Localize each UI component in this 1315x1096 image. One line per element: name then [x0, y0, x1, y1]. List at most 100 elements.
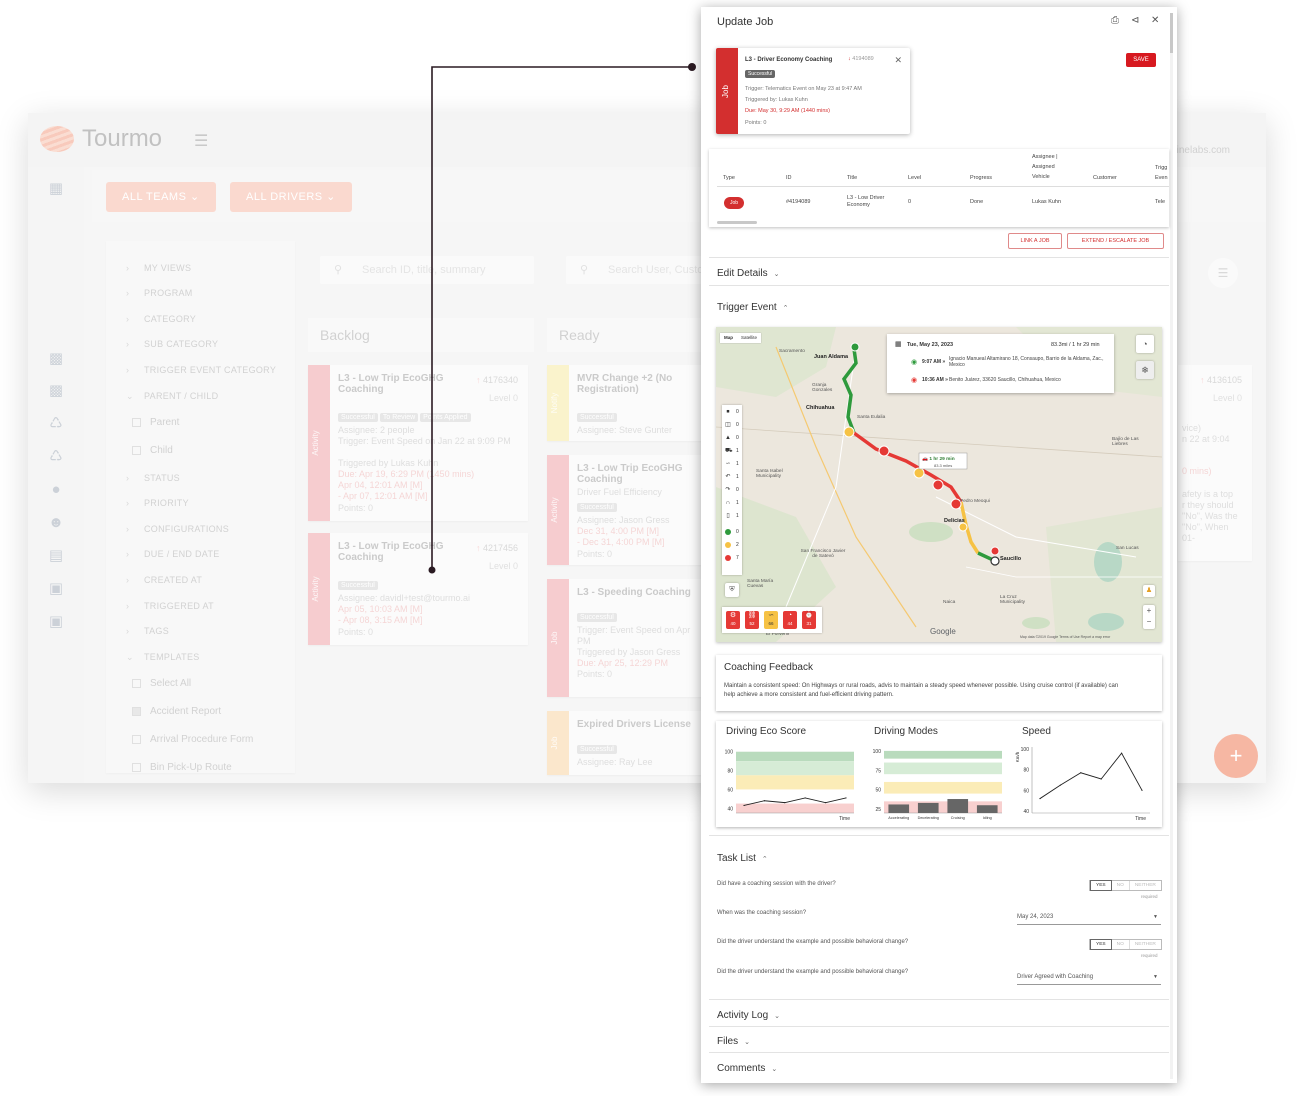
template-checkbox[interactable]: Select All [132, 678, 191, 689]
seat-icon[interactable]: ♺ [48, 449, 64, 465]
yes-option[interactable]: YES [1090, 880, 1112, 891]
coaching-date-select[interactable]: May 24, 2023 ▼ [1017, 911, 1161, 925]
hierarchy-icon[interactable]: ▩ [48, 383, 64, 399]
template-checkbox[interactable]: Accident Report [132, 706, 221, 717]
letter-a-icon[interactable]: ▣ [48, 614, 64, 630]
table-cell[interactable]: L3 - Low Driver Economy [847, 195, 899, 209]
yes-option[interactable]: YES [1090, 939, 1112, 950]
event-badge[interactable]: ◔ 44 [783, 611, 797, 629]
speedometer-icon[interactable]: ◔ [1136, 335, 1154, 353]
no-option[interactable]: NO [1112, 881, 1130, 890]
job-card[interactable]: ↑ 4136105 Level 0 vice) n 22 at 9:04 0 m… [1178, 365, 1252, 561]
activity-log-toggle[interactable]: Activity Log ⌄ [717, 1010, 780, 1021]
sidebar-item[interactable]: › DUE / END DATE [126, 549, 220, 559]
close-icon[interactable]: ✕ [894, 55, 902, 66]
search-id-input[interactable]: ⚲ Search ID, title, summary [320, 256, 534, 284]
close-icon[interactable]: ✕ [1151, 16, 1159, 26]
sidebar-item[interactable]: › TAGS [126, 626, 169, 636]
trigger-event-toggle[interactable]: Trigger Event ⌃ [717, 302, 789, 313]
sidebar-item[interactable]: › TRIGGERED AT [126, 601, 214, 611]
parent-checkbox[interactable]: Parent [132, 417, 179, 428]
job-card[interactable]: Activity L3 - Low Trip EcoGHG Coaching ↑… [308, 533, 528, 645]
backlog-column-header: Backlog [308, 318, 534, 352]
yes-no-toggle[interactable]: YES NO NEITHER [1089, 939, 1162, 950]
link-job-button[interactable]: LINK A JOB [1008, 233, 1062, 249]
menu-icon[interactable]: ☰ [1208, 258, 1238, 288]
zoom-controls[interactable]: + − [1143, 605, 1155, 629]
card-due: Apr 05, 10:03 AM [M] [338, 604, 423, 614]
city-label: Santa María Cuevas [747, 579, 774, 589]
job-card[interactable]: Job Expired Drivers License Successful A… [547, 711, 707, 775]
letter-a-icon[interactable]: ▣ [48, 581, 64, 597]
event-badge[interactable]: ⚙ 40 [726, 611, 740, 629]
driver-response-select[interactable]: Driver Agreed with Coaching ▼ [1017, 971, 1161, 985]
job-card[interactable]: Activity L3 - Low Trip EcoGHG Coaching D… [547, 455, 707, 565]
people-icon[interactable]: ☻ [48, 515, 64, 531]
comments-toggle[interactable]: Comments ⌄ [717, 1063, 777, 1074]
print-icon[interactable]: ⎙ [1111, 16, 1119, 26]
yes-no-toggle[interactable]: YES NO NEITHER [1089, 880, 1162, 891]
neither-option[interactable]: NEITHER [1130, 881, 1161, 890]
sidebar-item[interactable]: › PROGRAM [126, 288, 193, 298]
city-label: Juan Aldama [814, 354, 849, 360]
template-checkbox[interactable]: Bin Pick-Up Route [132, 762, 232, 773]
user-email[interactable]: dlinelabs.com [1169, 145, 1230, 156]
satellite-tab[interactable]: Satellite [737, 335, 761, 340]
event-badge[interactable]: ⏰ 31 [802, 611, 816, 629]
type-badge[interactable]: Job [724, 197, 744, 209]
all-teams-button[interactable]: ALL TEAMS ⌄ [106, 182, 216, 212]
save-button[interactable]: SAVE [1126, 53, 1156, 67]
map-attribution[interactable]: Map data ©2019 Google Terms of Use Repor… [1020, 635, 1110, 639]
street-view-icon[interactable]: ♟ [1143, 585, 1155, 597]
edit-details-toggle[interactable]: Edit Details ⌄ [717, 268, 779, 279]
shield-icon[interactable]: ⛨ [725, 583, 739, 597]
job-card[interactable]: Activity L3 - Low Trip EcoGHG Coaching ↑… [308, 365, 528, 521]
map-type-tabs[interactable]: Map Satellite [720, 333, 762, 343]
document-icon[interactable]: ▤ [48, 548, 64, 564]
no-option[interactable]: NO [1112, 940, 1130, 949]
job-card[interactable]: Notify MVR Change +2 (No Registration) S… [547, 365, 707, 441]
files-toggle[interactable]: Files ⌄ [717, 1036, 750, 1047]
search-user-input[interactable]: ⚲ Search User, Custo [566, 256, 706, 284]
sidebar-item[interactable]: ⌄ PARENT / CHILD [126, 391, 218, 402]
map-tab[interactable]: Map [720, 335, 737, 340]
sidebar-item[interactable]: › PRIORITY [126, 498, 189, 508]
tourmo-logo-icon [40, 126, 74, 152]
card-chips: Successful [577, 743, 619, 754]
event-badge[interactable]: ∽ 66 [764, 611, 778, 629]
score-band [736, 761, 854, 776]
add-fab-button[interactable]: + [1214, 734, 1258, 778]
template-checkbox[interactable]: Arrival Procedure Form [132, 734, 253, 745]
fuel-leaf-icon[interactable]: ❄ [1136, 361, 1154, 379]
extend-escalate-job-button[interactable]: EXTEND / ESCALATE JOB [1067, 233, 1164, 249]
apps-grid-icon[interactable]: ▦ [48, 181, 64, 197]
sidebar-item[interactable]: ⌄ TEMPLATES [126, 652, 200, 663]
sidebar-item[interactable]: › MY VIEWS [126, 263, 191, 273]
task-list-toggle[interactable]: Task List ⌃ [717, 853, 768, 864]
share-icon[interactable]: ⊲ [1131, 16, 1139, 26]
panel-scrollbar-thumb[interactable] [1170, 13, 1173, 53]
card-title: L3 - Low Trip EcoGHG Coaching [338, 373, 444, 395]
sidebar-item[interactable]: › CATEGORY [126, 314, 196, 324]
job-card[interactable]: Job L3 - Speeding Coaching Successful Tr… [547, 579, 707, 697]
job-id: ↓ 4194089 [848, 56, 874, 62]
child-checkbox[interactable]: Child [132, 445, 173, 456]
x-tick-label: Decelerating [918, 816, 939, 820]
all-drivers-button[interactable]: ALL DRIVERS ⌄ [230, 182, 352, 212]
card-type-strip: Activity [308, 533, 330, 645]
hierarchy-icon[interactable]: ▩ [48, 351, 64, 367]
location-pin-icon[interactable]: ● [48, 482, 64, 498]
hamburger-menu-icon[interactable]: ☰ [194, 131, 208, 151]
sidebar-item[interactable]: › TRIGGER EVENT CATEGORY [126, 365, 276, 375]
sidebar-item[interactable]: › CREATED AT [126, 575, 202, 585]
sidebar-item[interactable]: › STATUS [126, 473, 180, 483]
trip-map[interactable]: Map Satellite 🚗 1 hr 29 min 83.3 miles Ju… [716, 327, 1162, 642]
panel-scrollbar-track[interactable] [1170, 13, 1173, 1079]
sidebar-item[interactable]: › SUB CATEGORY [126, 339, 218, 349]
seat-icon[interactable]: ♺ [48, 416, 64, 432]
event-badge[interactable]: ⛓ 52 [745, 611, 759, 629]
coaching-feedback-card: Coaching Feedback Maintain a consistent … [716, 655, 1162, 711]
sidebar-item[interactable]: › CONFIGURATIONS [126, 524, 229, 534]
table-horizontal-scrollbar[interactable] [717, 221, 757, 224]
neither-option[interactable]: NEITHER [1130, 940, 1161, 949]
